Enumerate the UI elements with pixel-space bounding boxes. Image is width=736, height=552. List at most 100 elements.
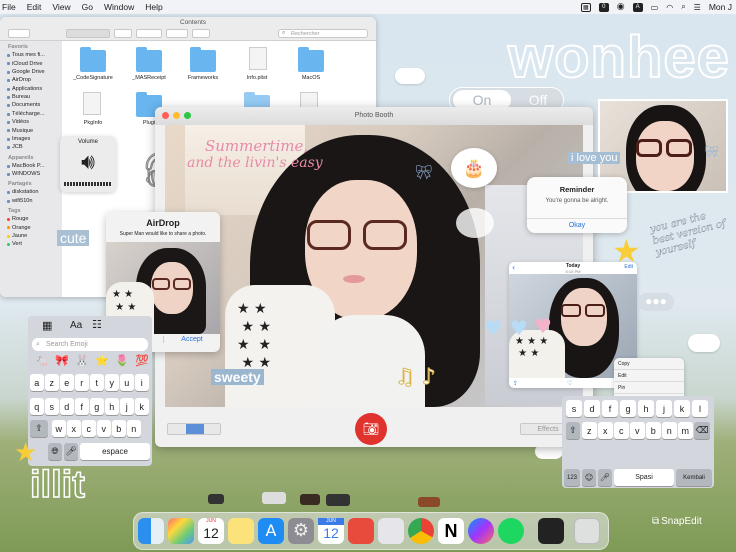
finder-app-icon[interactable] — [138, 518, 164, 544]
folder-icon[interactable] — [80, 47, 106, 72]
key-i[interactable]: i — [135, 374, 149, 391]
sidebar-item[interactable]: diskstation — [0, 188, 62, 196]
file-label[interactable]: Info.plist — [229, 75, 285, 81]
messenger-app-icon[interactable] — [468, 518, 494, 544]
key-z[interactable]: z — [45, 374, 59, 391]
key-v[interactable]: v — [630, 422, 645, 439]
action-button[interactable] — [136, 29, 162, 38]
sidebar-item[interactable]: Vidéos — [0, 118, 62, 126]
generic-app-icon[interactable] — [378, 518, 404, 544]
context-menu-item[interactable]: Pin — [614, 382, 684, 394]
airdrop-accept-button[interactable]: Accept — [163, 336, 220, 343]
emoji-key[interactable]: 💯 — [132, 354, 152, 367]
take-photo-button[interactable]: 📷︎ — [355, 413, 387, 445]
emoji-key[interactable]: ☺ — [582, 469, 596, 486]
menu-window[interactable]: Window — [104, 2, 134, 12]
key-g[interactable]: g — [90, 398, 104, 415]
file-label[interactable]: Frameworks — [175, 75, 231, 81]
return-key[interactable]: Kembali — [676, 469, 712, 486]
sidebar-item[interactable]: Documents — [0, 101, 62, 109]
emoji-key[interactable]: ⭐ — [92, 354, 112, 367]
key-y[interactable]: y — [105, 374, 119, 391]
key-f[interactable]: f — [75, 398, 89, 415]
key-s[interactable]: s — [566, 400, 582, 417]
key-m[interactable]: m — [678, 422, 693, 439]
key-b[interactable]: b — [646, 422, 661, 439]
control-center-icon[interactable]: ☰ — [694, 3, 701, 12]
chrome-app-icon[interactable] — [408, 518, 434, 544]
delete-key[interactable]: ⌫ — [694, 422, 710, 439]
photos-edit-button[interactable]: Edit — [624, 264, 633, 270]
mic-key[interactable]: 🎤︎ — [64, 443, 78, 460]
volume-level-bar[interactable] — [64, 182, 112, 186]
folder-icon[interactable] — [298, 47, 324, 72]
shift-key[interactable]: ⇧ — [566, 422, 580, 439]
space-key[interactable]: Spasi — [614, 469, 674, 486]
reminder-ok-button[interactable]: Okay — [527, 218, 627, 229]
key-j[interactable]: j — [656, 400, 672, 417]
numbers-key[interactable]: 123 — [564, 469, 580, 486]
key-w[interactable]: w — [52, 420, 66, 437]
context-menu-item[interactable]: Copy — [614, 358, 684, 370]
sidebar-item[interactable]: Musique — [0, 126, 62, 134]
context-menu-item[interactable]: Edit — [614, 370, 684, 382]
share-icon[interactable]: ⇪ — [513, 380, 518, 387]
app-status-icon[interactable]: 0 — [598, 2, 609, 12]
app-store-icon[interactable]: A — [258, 518, 284, 544]
key-v[interactable]: v — [97, 420, 111, 437]
file-label[interactable]: _MASReceipt — [121, 75, 177, 81]
key-f[interactable]: f — [602, 400, 618, 417]
key-s[interactable]: s — [45, 398, 59, 415]
notion-app-icon[interactable]: N — [438, 518, 464, 544]
sidebar-item[interactable]: MacBook P... — [0, 162, 62, 170]
favorite-heart-icon[interactable]: ♡ — [567, 380, 572, 387]
calendar-status-icon[interactable]: ▦ — [580, 2, 591, 12]
key-n[interactable]: n — [662, 422, 677, 439]
key-k[interactable]: k — [135, 398, 149, 415]
group-button[interactable] — [114, 29, 132, 38]
key-n[interactable]: n — [127, 420, 141, 437]
key-c[interactable]: c — [82, 420, 96, 437]
launchpad-app-icon[interactable] — [168, 518, 194, 544]
key-l[interactable]: l — [692, 400, 708, 417]
finder-search-input[interactable]: Rechercher — [278, 29, 368, 38]
sidebar-item[interactable]: Tous mes fi... — [0, 51, 62, 59]
sidebar-item[interactable]: WINDOWS — [0, 170, 62, 178]
view-toggle-buttons[interactable] — [167, 423, 221, 435]
file-label[interactable]: _CodeSignature — [65, 75, 121, 81]
key-h[interactable]: h — [105, 398, 119, 415]
close-button[interactable] — [162, 112, 169, 119]
key-q[interactable]: q — [30, 398, 44, 415]
shift-key[interactable]: ⇧ — [30, 420, 48, 437]
view-mode-buttons[interactable] — [66, 29, 110, 38]
mic-key[interactable]: 🎤︎ — [598, 469, 612, 486]
keyboard-settings-icon[interactable]: ☷ — [92, 318, 102, 331]
sidebar-item[interactable]: iCloud Drive — [0, 59, 62, 67]
sidebar-item[interactable]: wifi510n — [0, 197, 62, 205]
key-k[interactable]: k — [674, 400, 690, 417]
sidebar-tag-rouge[interactable]: Rouge — [0, 215, 62, 223]
menu-file[interactable]: File — [2, 2, 16, 12]
menu-go[interactable]: Go — [82, 2, 93, 12]
emoji-key[interactable]: 🐰 — [72, 354, 92, 367]
tag-button[interactable] — [192, 29, 210, 38]
keyboard-grid-icon[interactable]: ▦ — [42, 319, 52, 332]
key-j[interactable]: j — [120, 398, 134, 415]
menu-help[interactable]: Help — [145, 2, 162, 12]
key-b[interactable]: b — [112, 420, 126, 437]
wifi-icon[interactable]: ◠ — [666, 3, 673, 12]
sidebar-item[interactable]: Images — [0, 135, 62, 143]
sidebar-tag-jaune[interactable]: Jaune — [0, 232, 62, 240]
key-d[interactable]: d — [584, 400, 600, 417]
key-e[interactable]: e — [60, 374, 74, 391]
sidebar-tag-vert[interactable]: Vert — [0, 240, 62, 248]
pkginfo-file-icon[interactable] — [83, 92, 101, 115]
file-label[interactable]: MacOS — [283, 75, 339, 81]
sidebar-item[interactable]: Bureau — [0, 93, 62, 101]
folder-icon[interactable] — [136, 47, 162, 72]
emoji-search-input[interactable]: ⌕ Search Emoji — [32, 338, 148, 351]
calendar-app-icon[interactable]: JUN 12 — [198, 518, 224, 544]
sidebar-item[interactable]: JCB — [0, 143, 62, 151]
sidebar-item[interactable]: Google Drive — [0, 68, 62, 76]
space-key[interactable]: espace — [80, 443, 150, 460]
